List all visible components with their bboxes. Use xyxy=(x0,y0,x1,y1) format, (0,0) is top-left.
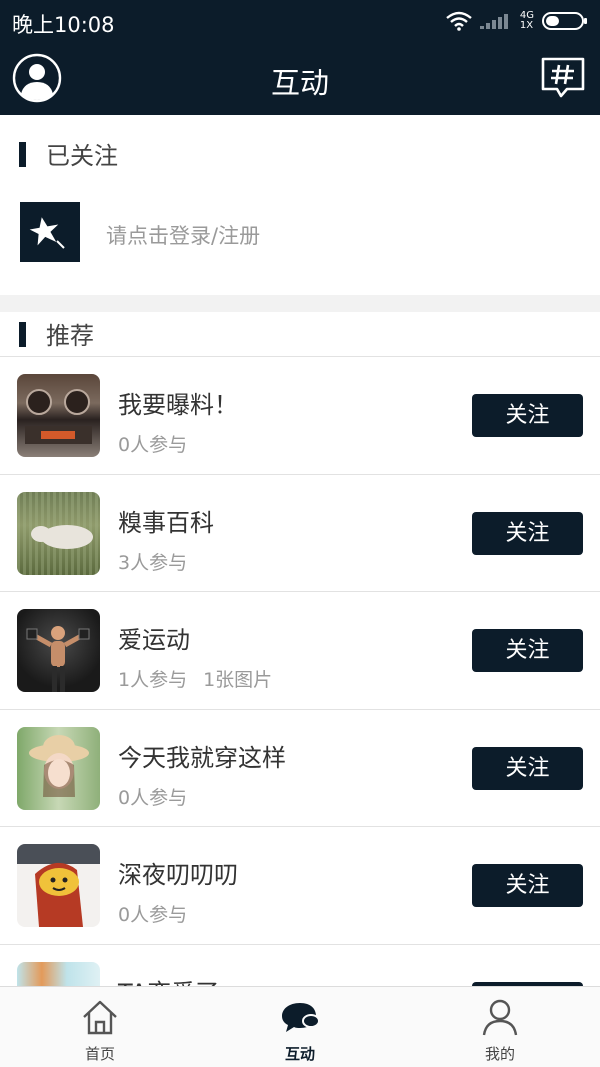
topic-meta: 1人参与 1张图片 xyxy=(118,665,272,692)
topic-participants: 0人参与 xyxy=(118,434,188,456)
section-marker xyxy=(19,322,26,347)
section-marker xyxy=(19,142,26,167)
nav-label-home: 首页 xyxy=(84,1045,115,1063)
topic-thumbnail-cartoon xyxy=(17,844,100,927)
signal-icon xyxy=(479,14,508,29)
follow-button[interactable]: 关注 xyxy=(472,746,583,790)
topic-participants: 0人参与 xyxy=(118,786,188,809)
topic-row[interactable]: TA恋爱了 关注 xyxy=(0,945,600,987)
topic-image-count: 1张图片 xyxy=(203,669,273,691)
status-icons: 4G 1X xyxy=(446,8,588,34)
topic-title: 我要曝料！ xyxy=(118,391,238,419)
status-bar: 晚上10:08 4G 1X xyxy=(0,0,600,42)
topic-thumbnail-dog xyxy=(17,491,100,575)
topic-title: 深夜叨叨叨 xyxy=(118,861,238,889)
battery-icon xyxy=(542,12,587,30)
followed-section-heading: 已关注 xyxy=(0,132,600,176)
topic-participants: 3人参与 xyxy=(118,551,188,574)
sim-type: 1X xyxy=(519,20,534,31)
follow-button[interactable]: 关注 xyxy=(472,394,583,437)
nav-interaction[interactable]: 互动 xyxy=(200,987,400,1067)
page-title: 互动 xyxy=(270,66,329,100)
login-register-link[interactable]: 请点击登录/注册 xyxy=(106,220,260,250)
nav-home[interactable]: 首页 xyxy=(0,987,200,1067)
topic-row[interactable]: 我要曝料！ 0人参与 关注 xyxy=(0,357,600,475)
home-icon xyxy=(83,1000,117,1035)
topic-meta: 0人参与 xyxy=(118,783,187,810)
nav-mine[interactable]: 我的 xyxy=(400,987,600,1067)
app-header: 互动 xyxy=(0,42,600,115)
star-icon xyxy=(20,202,80,262)
section-divider xyxy=(0,295,600,312)
recommend-heading-text: 推荐 xyxy=(46,322,94,350)
topic-row[interactable]: 深夜叨叨叨 0人参与 关注 xyxy=(0,827,600,945)
status-time: 晚上10:08 xyxy=(12,13,115,37)
nav-label-interaction: 互动 xyxy=(284,1045,315,1063)
chat-bubbles-icon xyxy=(282,1003,320,1032)
nav-label-mine: 我的 xyxy=(484,1045,515,1063)
followed-heading-text: 已关注 xyxy=(46,142,118,170)
topic-thumbnail-tape-recorder xyxy=(17,374,100,457)
bottom-nav: 首页 互动 我的 xyxy=(0,986,600,1067)
hashtag-topic-icon[interactable] xyxy=(540,56,586,100)
wifi-icon xyxy=(446,11,472,31)
topic-title: 爱运动 xyxy=(118,626,190,654)
topic-row[interactable]: 爱运动 1人参与 1张图片 关注 xyxy=(0,592,600,710)
recommend-section-heading: 推荐 xyxy=(0,312,600,356)
topic-thumbnail-girl-hat xyxy=(17,726,100,810)
topic-list[interactable]: 我要曝料！ 0人参与 关注 糗事百科 3人参与 关注 爱运动 1人参与 1张图片… xyxy=(0,356,600,986)
topic-participants: 0人参与 xyxy=(118,904,188,926)
topic-meta: 0人参与 xyxy=(118,900,187,927)
topic-row[interactable]: 糗事百科 3人参与 关注 xyxy=(0,475,600,592)
follow-button[interactable]: 关注 xyxy=(472,629,583,672)
follow-button[interactable]: 关注 xyxy=(472,864,583,907)
login-prompt-row[interactable]: 请点击登录/注册 xyxy=(0,190,600,280)
topic-thumbnail-couple xyxy=(17,961,100,986)
topic-row[interactable]: 今天我就穿这样 0人参与 关注 xyxy=(0,710,600,827)
topic-meta: 3人参与 xyxy=(118,548,187,575)
topic-title: 糗事百科 xyxy=(118,508,214,537)
topic-participants: 1人参与 xyxy=(118,669,188,691)
topic-meta: 0人参与 xyxy=(118,430,187,457)
topic-thumbnail-fitness xyxy=(17,609,100,692)
topic-title: 今天我就穿这样 xyxy=(118,743,286,772)
topic-title: TA恋爱了 xyxy=(118,973,219,987)
follow-button[interactable]: 关注 xyxy=(472,511,583,555)
person-icon xyxy=(482,999,518,1036)
network-indicator: 4G 1X xyxy=(520,11,534,31)
